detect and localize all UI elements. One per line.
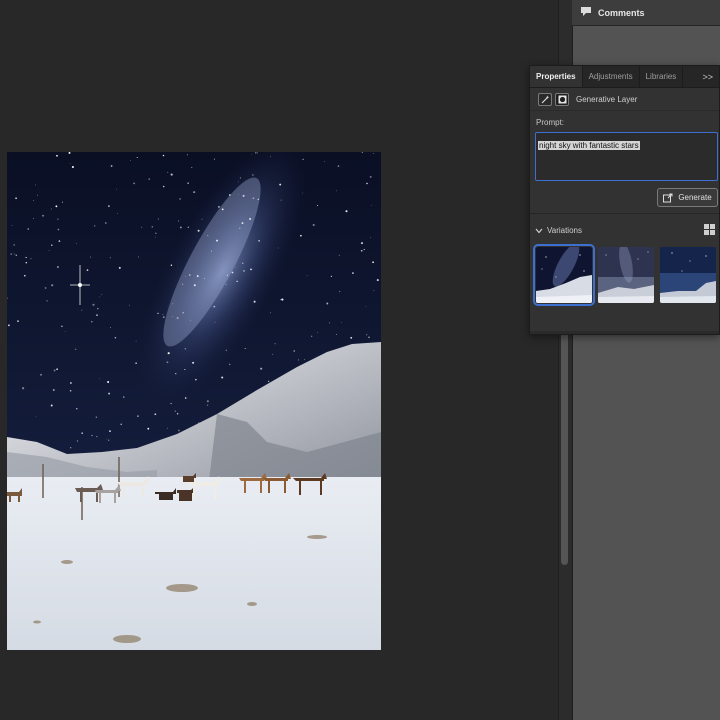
variation-thumbnail-3[interactable] (660, 247, 716, 303)
generative-fill-icon[interactable] (538, 92, 552, 106)
prompt-input[interactable]: night sky with fantastic stars (535, 132, 718, 181)
speech-bubble-icon (580, 4, 592, 22)
variation-thumbnail-1[interactable] (533, 244, 595, 306)
comments-panel-header[interactable]: Comments (572, 0, 720, 26)
tab-properties[interactable]: Properties (530, 66, 583, 87)
vertical-scrollbar[interactable] (561, 330, 568, 565)
canvas-area[interactable] (0, 0, 558, 720)
tab-adjustments[interactable]: Adjustments (583, 66, 640, 87)
prompt-label: Prompt: (536, 118, 565, 127)
variation-2-image (598, 247, 654, 303)
prompt-text[interactable]: night sky with fantastic stars (538, 141, 640, 150)
section-divider (530, 213, 719, 214)
panel-menu-button[interactable]: >> (696, 66, 719, 87)
layer-type-label: Generative Layer (576, 94, 638, 104)
tab-libraries[interactable]: Libraries (640, 66, 684, 87)
grid-view-icon[interactable] (704, 224, 715, 235)
document-canvas[interactable] (7, 152, 381, 650)
variations-header[interactable]: Variations (535, 223, 717, 237)
variations-label: Variations (547, 225, 582, 235)
variation-3-image (660, 247, 716, 303)
panel-resize-edge[interactable] (530, 331, 719, 334)
generate-icon (663, 193, 673, 203)
variations-list (533, 244, 718, 306)
generate-button[interactable]: Generate (657, 188, 718, 207)
mask-icon[interactable] (555, 92, 569, 106)
variation-1-image (536, 247, 592, 303)
comments-title: Comments (598, 7, 645, 18)
variation-thumbnail-2[interactable] (598, 247, 654, 303)
layer-type-row: Generative Layer (530, 88, 719, 111)
properties-panel: Properties Adjustments Libraries >> Gene… (529, 65, 720, 335)
chevron-down-icon[interactable] (535, 221, 543, 239)
generate-button-label: Generate (678, 193, 712, 202)
properties-tab-bar: Properties Adjustments Libraries >> (530, 66, 719, 88)
night-sky-horses-image (7, 152, 381, 650)
